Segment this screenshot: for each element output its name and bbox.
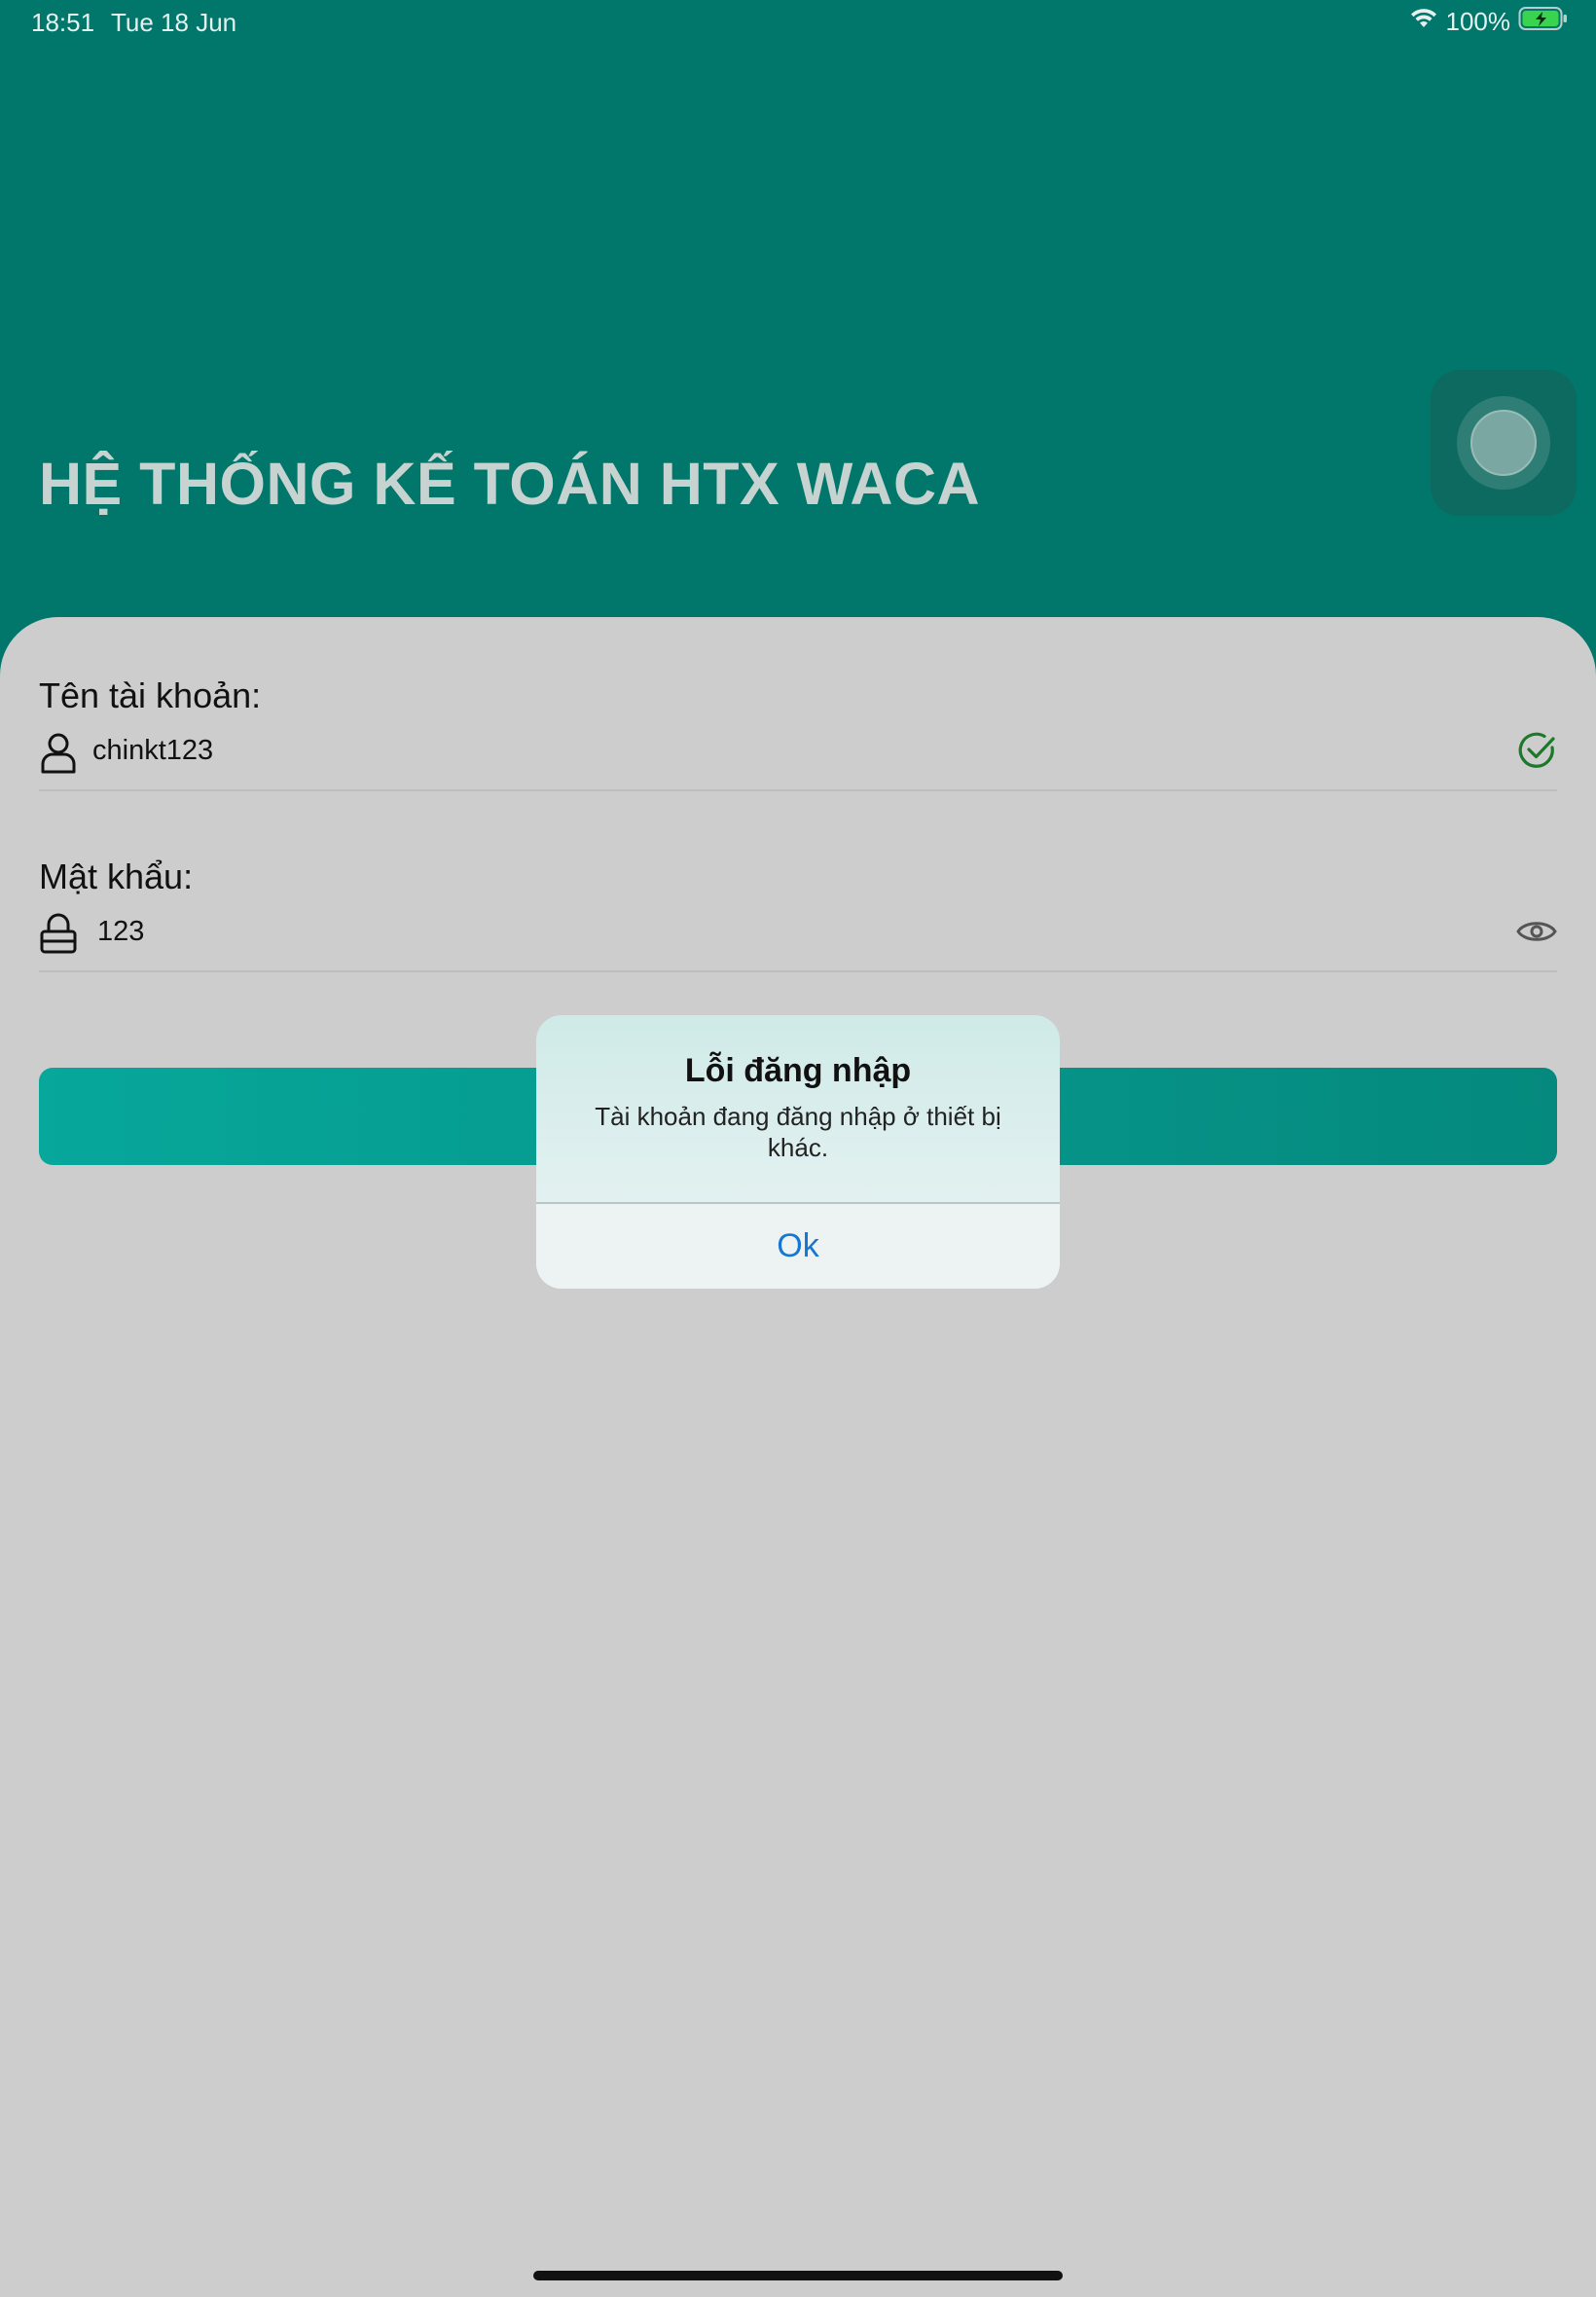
eye-icon[interactable] — [1516, 912, 1557, 956]
battery-icon — [1518, 6, 1569, 38]
password-value: 123 — [97, 916, 145, 947]
password-label: Mật khẩu: — [39, 857, 194, 896]
check-circle-icon — [1518, 731, 1557, 775]
login-error-alert: Lỗi đăng nhập Tài khoản đang đăng nhập ở… — [536, 1015, 1060, 1289]
status-bar: 18:51 Tue 18 Jun 100% — [0, 0, 1596, 47]
wifi-icon — [1409, 7, 1438, 37]
login-card: Tên tài khoản: chinkt123 Mật khẩu: 123 — [0, 617, 1596, 2297]
home-indicator[interactable] — [533, 2271, 1063, 2280]
username-value: chinkt123 — [92, 735, 214, 766]
status-time: 18:51 — [31, 8, 95, 37]
status-indicators: 100% — [1409, 6, 1570, 38]
user-icon — [39, 731, 78, 779]
app-title: HỆ THỐNG KẾ TOÁN HTX WACA — [39, 451, 981, 517]
assistive-touch-button[interactable] — [1431, 370, 1577, 516]
alert-ok-button[interactable]: Ok — [536, 1204, 1060, 1289]
alert-message: Tài khoản đang đăng nhập ở thiết bị khác… — [595, 1102, 1001, 1162]
battery-percent: 100% — [1445, 7, 1511, 36]
username-label: Tên tài khoản: — [39, 675, 262, 715]
assistive-touch-dot — [1470, 410, 1537, 476]
username-field[interactable]: chinkt123 — [39, 723, 1557, 791]
password-field[interactable]: 123 — [39, 904, 1557, 972]
alert-title: Lỗi đăng nhập — [684, 1052, 912, 1089]
header: 18:51 Tue 18 Jun 100% HỆ THỐNG KẾ TOÁN H… — [0, 0, 1596, 681]
status-date: Tue 18 Jun — [111, 8, 237, 37]
lock-icon — [39, 912, 78, 960]
